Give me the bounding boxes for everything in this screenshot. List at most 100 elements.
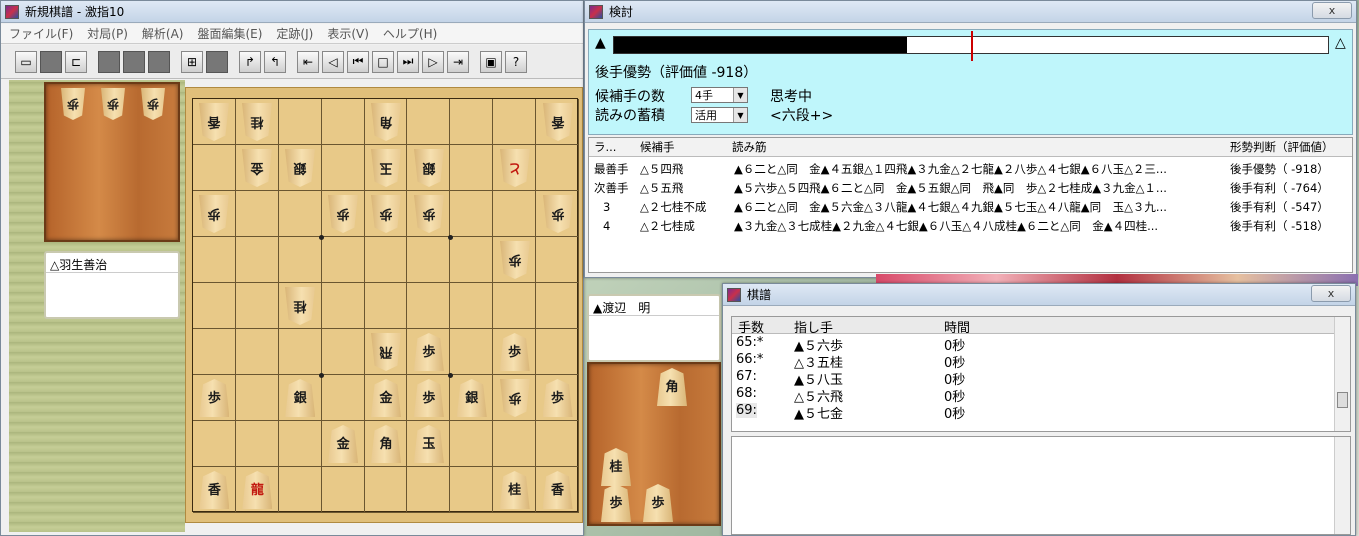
board-square[interactable] xyxy=(364,237,408,283)
table-row[interactable]: 最善手 △５四飛 ▲６二と△同 金▲４五銀△１四飛▲３九金△２七龍▲２八歩△４七… xyxy=(589,159,1352,178)
sente-hand-piece[interactable]: 角 xyxy=(657,368,687,406)
help-icon[interactable]: ? xyxy=(505,50,527,73)
sente-hand-piece[interactable]: 歩 xyxy=(601,484,631,522)
board-square[interactable] xyxy=(278,99,322,145)
board-square[interactable] xyxy=(321,145,365,191)
board-square[interactable] xyxy=(235,237,279,283)
comment-area[interactable] xyxy=(731,436,1351,535)
col-move-header[interactable]: 候補手 xyxy=(640,139,675,155)
board-square[interactable] xyxy=(321,99,365,145)
board-square[interactable] xyxy=(407,99,451,145)
board-square[interactable] xyxy=(450,99,494,145)
col-num-header[interactable]: 手数 xyxy=(738,317,764,336)
board-square[interactable] xyxy=(321,467,365,513)
col-line-header[interactable]: 読み筋 xyxy=(732,139,767,155)
tool-disabled-icon[interactable] xyxy=(148,50,170,73)
menu-board-edit[interactable]: 盤面編集(E) xyxy=(197,25,262,42)
tool-disabled-icon[interactable] xyxy=(123,50,145,73)
new-file-icon[interactable]: ▭ xyxy=(15,50,37,73)
table-row[interactable]: 次善手 △５五飛 ▲５六歩△５四飛▲６二と△同 金▲５五銀△同 飛▲同 歩△２七… xyxy=(589,178,1352,197)
shogi-piece[interactable]: 玉 xyxy=(371,149,401,187)
list-item[interactable]: 69: ▲５七金 0秒 xyxy=(732,403,1350,422)
board-square[interactable] xyxy=(235,283,279,329)
shogi-piece[interactable]: 歩 xyxy=(543,195,573,233)
gote-hand-piece[interactable]: 歩 xyxy=(141,88,165,120)
go-first-icon[interactable]: ⇤ xyxy=(297,50,319,73)
sente-hand-piece[interactable]: 桂 xyxy=(601,448,631,486)
shogi-piece[interactable]: 金 xyxy=(328,425,359,463)
board-square[interactable] xyxy=(536,145,579,191)
board-square[interactable] xyxy=(493,99,537,145)
board-square[interactable] xyxy=(493,421,537,467)
board-square[interactable] xyxy=(450,237,494,283)
analysis-close-button[interactable]: x xyxy=(1312,2,1352,19)
board-square[interactable] xyxy=(193,329,236,375)
board-square[interactable] xyxy=(493,283,537,329)
menu-game[interactable]: 対局(P) xyxy=(87,25,128,42)
menu-help[interactable]: ヘルプ(H) xyxy=(383,25,437,42)
board-square[interactable] xyxy=(193,145,236,191)
board-square[interactable] xyxy=(278,191,322,237)
menu-view[interactable]: 表示(V) xyxy=(327,25,369,42)
shogi-piece[interactable]: 龍 xyxy=(242,471,273,509)
shogi-piece[interactable]: 歩 xyxy=(414,195,444,233)
list-item[interactable]: 68: △５六飛 0秒 xyxy=(732,386,1350,405)
board-square[interactable] xyxy=(193,421,236,467)
board-square[interactable] xyxy=(407,237,451,283)
shogi-piece[interactable]: 飛 xyxy=(371,333,401,371)
col-eval-header[interactable]: 形勢判断（評価値） xyxy=(1230,139,1334,155)
shogi-piece[interactable]: 歩 xyxy=(499,333,530,371)
board-square[interactable] xyxy=(321,375,365,421)
comment-scrollbar[interactable] xyxy=(1334,437,1350,534)
accumulation-select[interactable]: 活用 ▼ xyxy=(691,107,748,123)
col-rank-header[interactable]: ラ... xyxy=(594,139,616,155)
list-item[interactable]: 66:* △３五桂 0秒 xyxy=(732,352,1350,371)
tool-disabled-icon[interactable] xyxy=(98,50,120,73)
board-square[interactable] xyxy=(450,467,494,513)
board-square[interactable] xyxy=(321,329,365,375)
shogi-piece[interactable]: 玉 xyxy=(413,425,444,463)
stop-icon[interactable]: □ xyxy=(372,50,394,73)
shogi-piece[interactable]: 金 xyxy=(371,379,401,417)
branch-back-icon[interactable]: ↰ xyxy=(264,50,286,73)
col-time-header[interactable]: 時間 xyxy=(944,317,970,336)
shogi-piece[interactable]: 桂 xyxy=(242,103,272,141)
menu-file[interactable]: ファイル(F) xyxy=(9,25,73,42)
candidate-count-select[interactable]: 4手 ▼ xyxy=(691,87,748,103)
col-move-header[interactable]: 指し手 xyxy=(794,317,833,336)
shogi-piece[interactable]: 角 xyxy=(371,425,401,463)
board-square[interactable] xyxy=(193,283,236,329)
shogi-piece[interactable]: 歩 xyxy=(413,379,444,417)
next-icon[interactable]: ⏭ xyxy=(397,50,419,73)
gote-hand-piece[interactable]: 歩 xyxy=(101,88,125,120)
sente-hand-piece[interactable]: 歩 xyxy=(643,484,673,522)
shogi-piece[interactable]: 歩 xyxy=(542,379,573,417)
board-square[interactable] xyxy=(235,375,279,421)
shogi-piece[interactable]: 歩 xyxy=(199,379,230,417)
shogi-piece[interactable]: と xyxy=(500,149,530,187)
menu-joseki[interactable]: 定跡(J) xyxy=(276,25,313,42)
board-flip-icon[interactable]: ⊞ xyxy=(181,50,203,73)
shogi-piece[interactable]: 歩 xyxy=(199,195,229,233)
shogi-piece[interactable]: 歩 xyxy=(413,333,444,371)
board-square[interactable] xyxy=(364,283,408,329)
board-square[interactable] xyxy=(278,237,322,283)
monitor-icon[interactable]: ▣ xyxy=(480,50,502,73)
board-square[interactable] xyxy=(407,467,451,513)
shogi-piece[interactable]: 歩 xyxy=(500,379,530,417)
go-last-icon[interactable]: ⇥ xyxy=(447,50,469,73)
branch-icon[interactable]: ↱ xyxy=(239,50,261,73)
board-square[interactable] xyxy=(321,283,365,329)
board-square[interactable] xyxy=(536,421,579,467)
shogi-piece[interactable]: 銀 xyxy=(285,149,315,187)
scrollbar-thumb[interactable] xyxy=(1337,392,1348,408)
board-square[interactable] xyxy=(450,329,494,375)
board-square[interactable] xyxy=(278,467,322,513)
gote-hand-piece[interactable]: 歩 xyxy=(61,88,85,120)
shogi-piece[interactable]: 金 xyxy=(242,149,272,187)
save-icon[interactable] xyxy=(40,50,62,73)
board-square[interactable] xyxy=(278,329,322,375)
shogi-board[interactable]: 香桂角香金銀玉銀と歩歩歩歩歩歩桂飛歩歩歩銀金歩銀歩歩金角玉香龍桂香 xyxy=(192,98,579,513)
shogi-piece[interactable]: 銀 xyxy=(456,379,487,417)
board-square[interactable] xyxy=(536,237,579,283)
